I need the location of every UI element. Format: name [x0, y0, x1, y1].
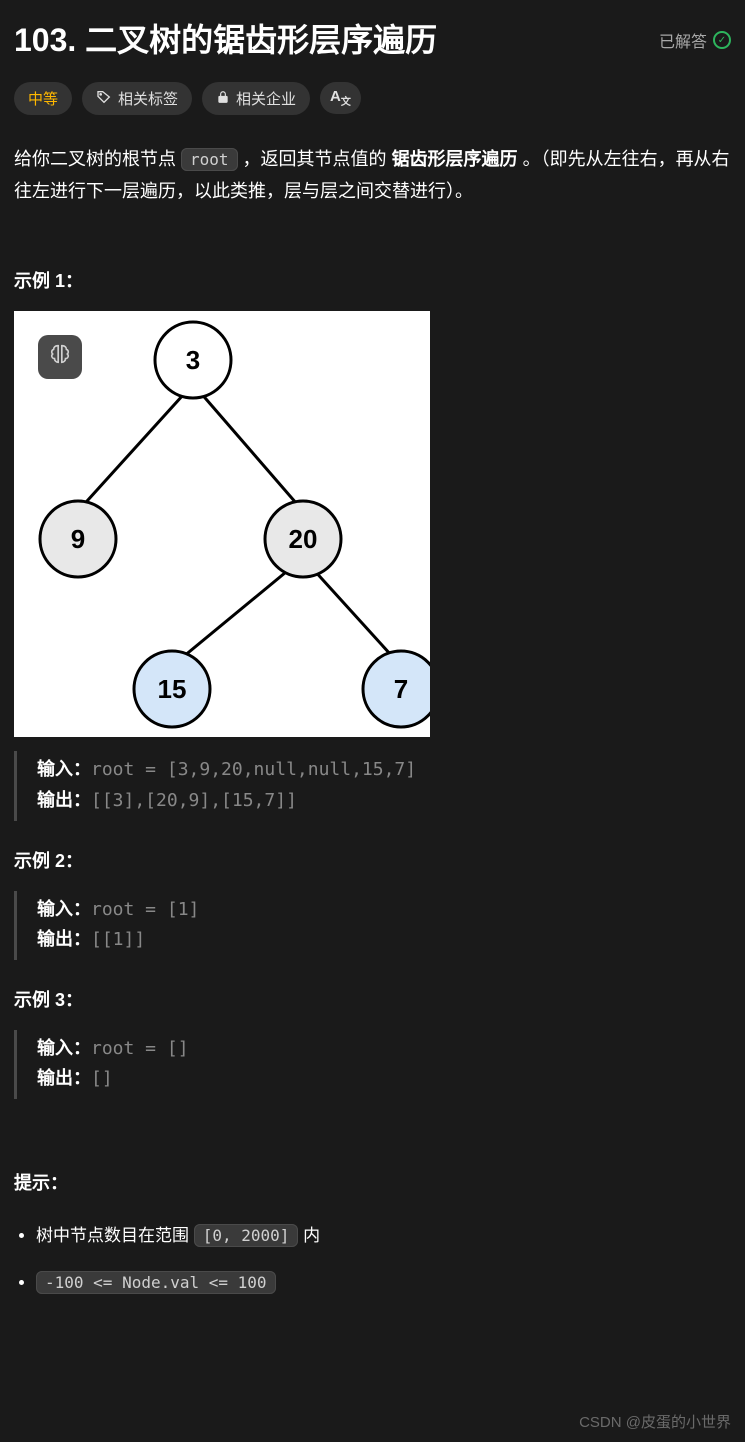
watermark: CSDN @皮蛋的小世界 [579, 1411, 731, 1432]
hint-item: -100 <= Node.val <= 100 [36, 1264, 731, 1301]
brain-button[interactable] [38, 335, 82, 379]
example-block: 输入：root = [3,9,20,null,null,15,7] 输出：[[3… [14, 751, 731, 820]
hint-pre: 树中节点数目在范围 [36, 1226, 194, 1245]
tree-image: 3 9 20 15 7 [14, 311, 430, 737]
input-value: root = [3,9,20,null,null,15,7] [91, 759, 416, 780]
difficulty-tag[interactable]: 中等 [14, 82, 72, 115]
desc-bold: 锯齿形层序遍历 [392, 149, 518, 169]
svg-text:3: 3 [186, 345, 200, 375]
output-value: [[1]] [91, 929, 145, 950]
problem-description: 给你二叉树的根节点 root ，返回其节点值的 锯齿形层序遍历 。（即先从左往右… [14, 143, 731, 208]
related-tags-label: 相关标签 [118, 88, 178, 109]
desc-pre: 给你二叉树的根节点 [14, 149, 181, 169]
input-value: root = [] [91, 1038, 189, 1059]
example-title: 示例 3： [14, 986, 731, 1012]
hints-title: 提示： [14, 1169, 731, 1195]
output-value: [] [91, 1068, 113, 1089]
tags-row: 中等 相关标签 相关企业 A文 [14, 82, 731, 115]
example-block: 输入：root = [1] 输出：[[1]] [14, 891, 731, 960]
input-label: 输入： [37, 1038, 91, 1059]
hint-post: 内 [298, 1226, 320, 1245]
hint-code: [0, 2000] [194, 1224, 299, 1247]
svg-text:20: 20 [289, 524, 318, 554]
example-title: 示例 2： [14, 847, 731, 873]
output-label: 输出： [37, 1068, 91, 1089]
svg-text:7: 7 [394, 674, 408, 704]
hint-code: -100 <= Node.val <= 100 [36, 1271, 276, 1294]
input-label: 输入： [37, 899, 91, 920]
output-value: [[3],[20,9],[15,7]] [91, 790, 297, 811]
solved-status: 已解答 ✓ [659, 28, 731, 52]
related-companies-label: 相关企业 [236, 88, 296, 109]
output-label: 输出： [37, 929, 91, 950]
svg-text:15: 15 [158, 674, 187, 704]
tag-icon [96, 89, 112, 108]
check-icon: ✓ [713, 31, 731, 49]
desc-mid: ，返回其节点值的 [238, 149, 392, 169]
hints-list: 树中节点数目在范围 [0, 2000] 内 -100 <= Node.val <… [14, 1217, 731, 1302]
input-value: root = [1] [91, 899, 199, 920]
example-title: 示例 1： [14, 267, 731, 293]
example-3: 示例 3： 输入：root = [] 输出：[] [14, 986, 731, 1099]
related-tags-button[interactable]: 相关标签 [82, 82, 192, 115]
desc-code: root [181, 148, 238, 171]
input-label: 输入： [37, 759, 91, 780]
font-size-icon: A文 [330, 88, 351, 108]
lock-icon [216, 90, 230, 107]
brain-icon [49, 343, 71, 371]
example-2: 示例 2： 输入：root = [1] 输出：[[1]] [14, 847, 731, 960]
example-1: 示例 1： 3 9 20 15 7 输入：root = [3,9,20,null… [14, 267, 731, 820]
output-label: 输出： [37, 790, 91, 811]
page-title: 103. 二叉树的锯齿形层序遍历 [14, 20, 437, 62]
solved-label: 已解答 [659, 28, 707, 52]
font-size-button[interactable]: A文 [320, 82, 361, 114]
hint-item: 树中节点数目在范围 [0, 2000] 内 [36, 1217, 731, 1254]
example-block: 输入：root = [] 输出：[] [14, 1030, 731, 1099]
svg-text:9: 9 [71, 524, 85, 554]
related-companies-button[interactable]: 相关企业 [202, 82, 310, 115]
